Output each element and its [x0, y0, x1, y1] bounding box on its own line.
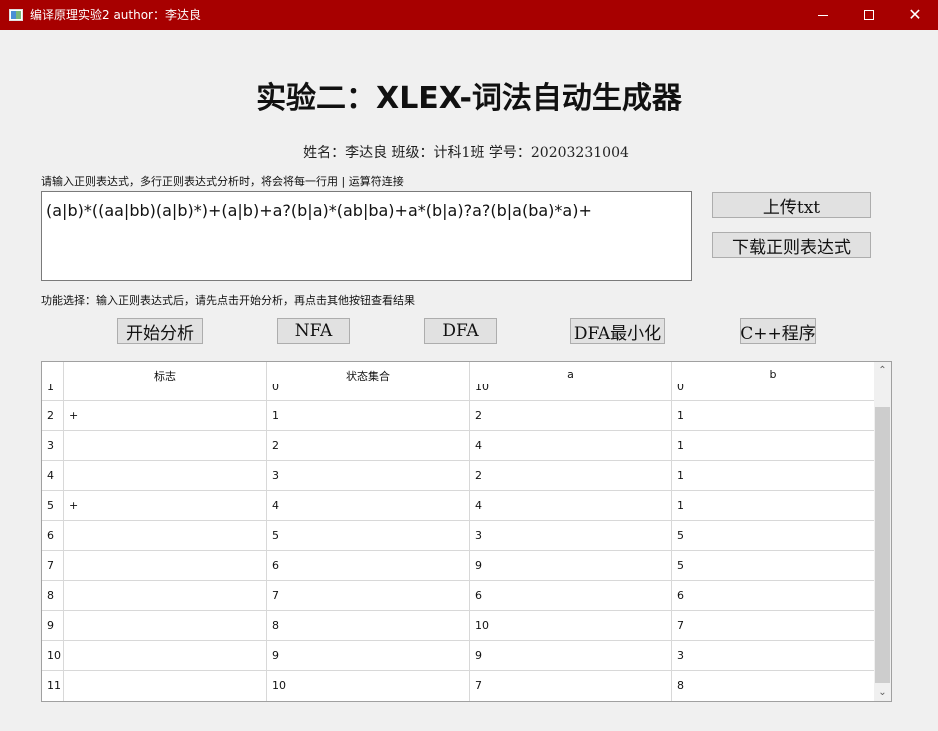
start-analysis-button[interactable]: 开始分析 [117, 318, 203, 344]
upload-txt-button[interactable]: 上传txt [712, 192, 871, 218]
cell-b[interactable]: 1 [672, 491, 875, 521]
dfa-minimize-button[interactable]: DFA最小化 [570, 318, 665, 344]
cell-b[interactable]: 3 [672, 641, 875, 671]
cell-flag[interactable] [64, 641, 267, 671]
table-row[interactable]: 4 321 [42, 460, 875, 491]
table-row[interactable]: 7 695 [42, 550, 875, 581]
cell-b[interactable]: 1 [672, 431, 875, 461]
cell-a[interactable]: 3 [470, 521, 672, 551]
table-row[interactable]: 11 10 7 8 [42, 670, 875, 701]
cell-a[interactable]: 6 [470, 581, 672, 611]
cell-state[interactable]: 9 [267, 641, 470, 671]
row-number: 2 [42, 401, 64, 431]
cell-b: 0 [677, 384, 684, 393]
minimize-button[interactable] [800, 0, 846, 30]
table-row[interactable]: 10 9 9 3 [42, 640, 875, 671]
cell-state[interactable]: 4 [267, 491, 470, 521]
cell-state[interactable]: 10 [267, 671, 470, 701]
cell-state[interactable]: 1 [267, 401, 470, 431]
cell-state[interactable]: 8 [267, 611, 470, 641]
cell-flag[interactable]: + [64, 491, 267, 521]
student-info: 姓名：李达良 班级：计科1班 学号：20203231004 [303, 145, 629, 161]
cell-b[interactable]: 5 [672, 521, 875, 551]
scroll-thumb[interactable] [875, 407, 890, 683]
scroll-down-icon[interactable]: ⌄ [874, 684, 891, 701]
row-number: 3 [42, 431, 64, 461]
row-number: 5 [42, 491, 64, 521]
cell-flag[interactable] [64, 521, 267, 551]
cell-a[interactable]: 2 [470, 461, 672, 491]
scroll-up-icon[interactable]: ⌃ [874, 362, 891, 379]
maximize-icon [864, 10, 874, 20]
state-table[interactable]: 标志 状态集合 a b 1 0 10 0 2 +1 2 1 3 2 4 1 4 3 2 1 5 +4 4 1 6… [41, 361, 892, 702]
cell-flag[interactable] [64, 461, 267, 491]
cell-state[interactable]: 3 [267, 461, 470, 491]
cell-b[interactable]: 8 [672, 671, 875, 701]
table-row[interactable]: 9 8 10 7 [42, 610, 875, 641]
cpp-program-button[interactable]: C++程序 [740, 318, 816, 344]
app-icon [9, 9, 23, 21]
regex-input-label: 请输入正则表达式，多行正则表达式分析时，将会将每一行用 | 运算符连接 [41, 175, 404, 188]
cell-flag[interactable] [64, 551, 267, 581]
page-title: 实验二：XLEX-词法自动生成器 [256, 81, 682, 116]
window-title: 编译原理实验2 author：李达良 [30, 8, 201, 22]
cell-flag[interactable] [64, 671, 267, 701]
close-button[interactable]: ✕ [892, 0, 938, 30]
table-row[interactable]: 8766 [42, 580, 875, 611]
function-label: 功能选择：输入正则表达式后，请先点击开始分析，再点击其他按钮查看结果 [41, 294, 415, 307]
row-number: 10 [42, 641, 64, 671]
table-row[interactable]: 6 535 [42, 520, 875, 551]
table-row[interactable]: 5 +4 4 1 [42, 490, 875, 521]
cell-a[interactable]: 4 [470, 491, 672, 521]
cell-state[interactable]: 6 [267, 551, 470, 581]
cell-flag[interactable] [64, 431, 267, 461]
close-icon: ✕ [908, 5, 922, 24]
cell-b[interactable]: 5 [672, 551, 875, 581]
cell-a[interactable]: 4 [470, 431, 672, 461]
row-number: 7 [42, 551, 64, 581]
row-number: 8 [42, 581, 64, 611]
row-number: 4 [42, 461, 64, 491]
row-number: 9 [42, 611, 64, 641]
cell-a: 10 [475, 384, 489, 393]
table-row[interactable]: 2 +1 2 1 [42, 400, 875, 431]
cell-state[interactable]: 5 [267, 521, 470, 551]
cell-flag[interactable]: + [64, 401, 267, 431]
cell-a[interactable]: 10 [470, 611, 672, 641]
minimize-icon [818, 14, 828, 16]
cell-a[interactable]: 9 [470, 641, 672, 671]
cell-b[interactable]: 1 [672, 401, 875, 431]
title-bar: 编译原理实验2 author：李达良 ✕ [0, 0, 938, 30]
table-row-partial[interactable]: 1 0 10 0 [42, 384, 875, 400]
cell-a[interactable]: 9 [470, 551, 672, 581]
cell-b[interactable]: 6 [672, 581, 875, 611]
dfa-button[interactable]: DFA [424, 318, 497, 344]
cell-a[interactable]: 2 [470, 401, 672, 431]
regex-input[interactable]: (a|b)*((aa|bb)(a|b)*)+(a|b)+a?(b|a)*(ab|… [41, 191, 692, 281]
cell-flag[interactable] [64, 611, 267, 641]
nfa-button[interactable]: NFA [277, 318, 350, 344]
table-scrollbar[interactable]: ⌃ ⌄ [874, 362, 891, 701]
row-number: 6 [42, 521, 64, 551]
row-number: 1 [47, 384, 54, 393]
cell-a[interactable]: 7 [470, 671, 672, 701]
cell-state[interactable]: 2 [267, 431, 470, 461]
maximize-button[interactable] [846, 0, 892, 30]
cell-flag[interactable] [64, 581, 267, 611]
cell-b[interactable]: 1 [672, 461, 875, 491]
download-regex-button[interactable]: 下载正则表达式 [712, 232, 871, 258]
cell-b[interactable]: 7 [672, 611, 875, 641]
cell-state: 0 [272, 384, 279, 393]
row-number: 11 [42, 671, 64, 701]
cell-state[interactable]: 7 [267, 581, 470, 611]
table-row[interactable]: 3 241 [42, 430, 875, 461]
